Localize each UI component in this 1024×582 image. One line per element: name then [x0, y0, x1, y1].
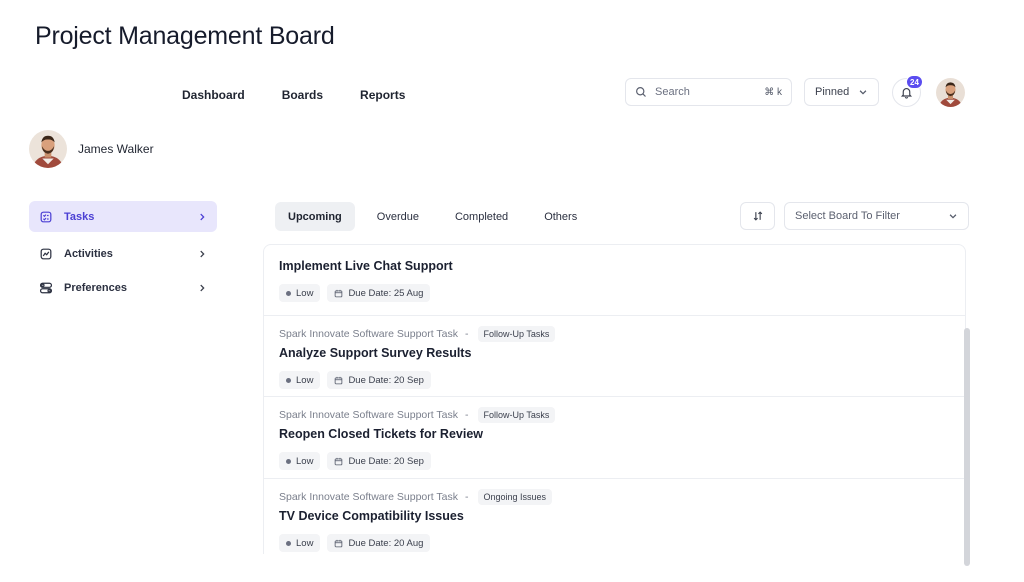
tasks-icon	[39, 210, 53, 224]
due-date-label: Due Date: 20 Aug	[348, 537, 424, 549]
nav-dashboard[interactable]: Dashboard	[182, 88, 245, 102]
chevron-down-icon	[859, 90, 867, 95]
notification-count-badge: 24	[906, 75, 923, 89]
category-tag: Follow-Up Tasks	[477, 326, 556, 342]
due-date-label: Due Date: 25 Aug	[348, 287, 424, 299]
task-list-scrollbar[interactable]	[964, 328, 970, 566]
calendar-icon	[335, 289, 343, 297]
nav-boards[interactable]: Boards	[282, 88, 323, 102]
priority-label: Low	[296, 455, 314, 467]
due-date-chip: Due Date: 20 Sep	[327, 371, 431, 389]
task-card[interactable]: Spark Innovate Software Support Task - O…	[264, 478, 965, 554]
sidebar-item-label: Tasks	[64, 210, 95, 223]
search-input[interactable]	[655, 86, 757, 98]
tab-completed[interactable]: Completed	[442, 202, 521, 231]
sort-arrows-icon	[753, 211, 762, 221]
task-meta: Spark Innovate Software Support Task - O…	[279, 487, 950, 507]
priority-chip: Low	[279, 371, 321, 389]
task-title: Analyze Support Survey Results	[279, 346, 472, 360]
tab-overdue[interactable]: Overdue	[364, 202, 432, 231]
task-meta: Spark Innovate Software Support Task - F…	[279, 405, 950, 425]
priority-dot	[286, 458, 291, 464]
sidebar-item-label: Activities	[64, 247, 113, 260]
meta-separator: -	[465, 409, 469, 421]
sidebar-item-preferences[interactable]: Preferences	[29, 272, 217, 303]
board-filter-select[interactable]: Select Board To Filter	[784, 202, 969, 230]
tab-upcoming[interactable]: Upcoming	[275, 202, 355, 231]
search-shortcut: ⌘ k	[764, 86, 782, 98]
app-title: Project Management Board	[35, 22, 335, 50]
search-icon	[636, 87, 646, 97]
calendar-icon	[335, 376, 343, 384]
priority-dot	[286, 540, 291, 546]
due-date-chip: Due Date: 20 Sep	[327, 452, 431, 470]
priority-label: Low	[296, 374, 314, 386]
task-title: TV Device Compatibility Issues	[279, 509, 464, 523]
chevron-right-icon	[197, 283, 207, 293]
task-chips: Low Due Date: 20 Sep	[279, 452, 950, 470]
task-title: Reopen Closed Tickets for Review	[279, 427, 483, 441]
priority-dot	[286, 377, 291, 383]
sidebar-item-tasks[interactable]: Tasks	[29, 201, 217, 232]
chevron-right-icon	[197, 212, 207, 222]
pinned-label: Pinned	[815, 86, 850, 98]
task-tabs: Upcoming Overdue Completed Others	[275, 202, 597, 231]
tab-others[interactable]: Others	[531, 202, 590, 231]
task-card[interactable]: Spark Innovate Software Support Task - F…	[264, 396, 965, 478]
sidebar-item-label: Preferences	[64, 281, 127, 294]
sidebar-item-activities[interactable]: Activities	[29, 238, 217, 269]
toggles-icon	[39, 281, 53, 295]
calendar-icon	[335, 457, 343, 465]
user-avatar[interactable]	[936, 78, 965, 107]
profile-avatar	[29, 130, 67, 168]
due-date-chip: Due Date: 20 Aug	[327, 534, 431, 552]
priority-chip: Low	[279, 284, 321, 302]
activity-chart-icon	[39, 247, 53, 261]
meta-separator: -	[465, 328, 469, 340]
priority-label: Low	[296, 287, 314, 299]
sort-button[interactable]	[740, 202, 775, 230]
search-box[interactable]: ⌘ k	[625, 78, 792, 106]
task-meta: Spark Innovate Software Support Task - F…	[279, 324, 950, 344]
board-filter-placeholder: Select Board To Filter	[795, 210, 900, 222]
due-date-label: Due Date: 20 Sep	[348, 374, 424, 386]
task-chips: Low Due Date: 20 Aug	[279, 534, 950, 552]
priority-chip: Low	[279, 534, 321, 552]
priority-chip: Low	[279, 452, 321, 470]
category-tag: Follow-Up Tasks	[477, 407, 556, 423]
task-list: Implement Live Chat Support Low Due Date…	[263, 244, 966, 554]
page: Project Management Board Dashboard Board…	[0, 0, 1024, 582]
task-title: Implement Live Chat Support	[279, 259, 453, 273]
task-card[interactable]: Spark Innovate Software Support Task - F…	[264, 315, 965, 396]
due-date-chip: Due Date: 25 Aug	[327, 284, 431, 302]
calendar-icon	[335, 539, 343, 547]
nav-reports[interactable]: Reports	[360, 88, 405, 102]
profile-name: James Walker	[78, 142, 154, 156]
project-name: Spark Innovate Software Support Task	[279, 328, 458, 340]
task-chips: Low Due Date: 20 Sep	[279, 371, 950, 389]
task-chips: Low Due Date: 25 Aug	[279, 284, 950, 302]
due-date-label: Due Date: 20 Sep	[348, 455, 424, 467]
chevron-down-icon	[949, 214, 957, 219]
task-card[interactable]: Implement Live Chat Support Low Due Date…	[264, 245, 965, 315]
project-name: Spark Innovate Software Support Task	[279, 409, 458, 421]
pinned-dropdown[interactable]: Pinned	[804, 78, 879, 106]
priority-dot	[286, 290, 291, 296]
chevron-right-icon	[197, 249, 207, 259]
project-name: Spark Innovate Software Support Task	[279, 491, 458, 503]
priority-label: Low	[296, 537, 314, 549]
category-tag: Ongoing Issues	[477, 489, 553, 505]
meta-separator: -	[465, 491, 469, 503]
top-nav: Dashboard Boards Reports	[182, 88, 405, 102]
